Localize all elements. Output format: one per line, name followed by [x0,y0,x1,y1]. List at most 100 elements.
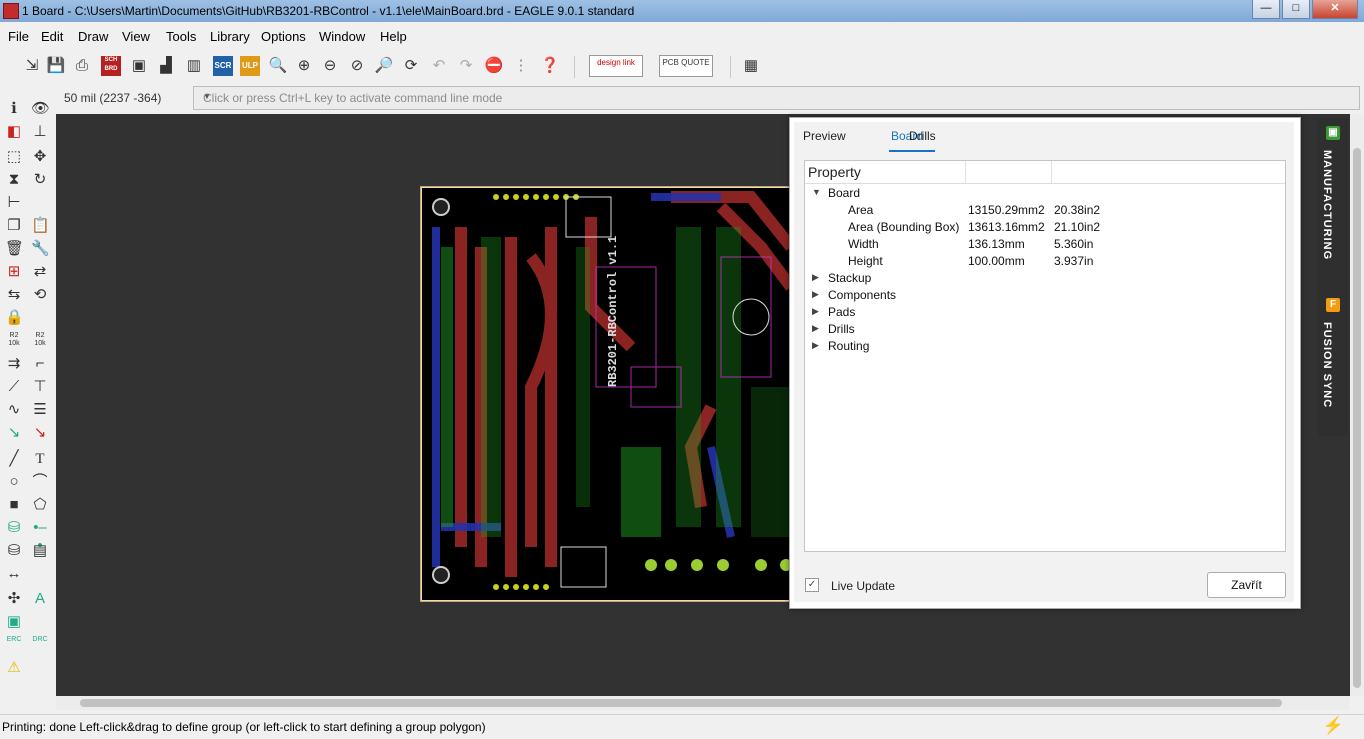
mark-icon[interactable]: ⊥ [31,123,49,141]
hole-icon[interactable]: ⛁ [5,542,23,560]
tree-row-routing[interactable]: ▶ Routing [805,338,1285,355]
zoom-area-icon[interactable]: 🔎 [374,56,394,76]
attribute-icon[interactable]: ▤ [31,542,49,560]
align-icon[interactable]: ⊢ [5,194,23,212]
group-icon[interactable]: ⬚ [5,148,23,166]
scroll-thumb[interactable] [1353,148,1361,688]
rotate-icon[interactable]: ↻ [31,171,49,189]
sch-brd-switch-button[interactable]: SCH BRD [101,56,121,76]
cam-icon[interactable]: ▣ [129,56,149,76]
tree-row-drills[interactable]: ▶ Drills [805,321,1285,338]
drc-button[interactable]: DRC [31,636,49,654]
expanded-triangle-icon[interactable]: ▼ [812,187,821,197]
chevron-down-icon[interactable]: ▼ [203,92,1353,101]
open-icon[interactable]: ⇲ [22,56,42,76]
polygon-icon[interactable]: ⬠ [31,496,49,514]
split-icon[interactable]: ⟋ [5,378,23,396]
delete-icon[interactable]: 🗑 [5,240,24,258]
close-window-button[interactable]: ✕ [1312,0,1358,19]
redo-icon[interactable]: ↷ [456,56,476,76]
close-panel-button[interactable]: Zavřít [1207,572,1286,598]
design-link-button[interactable]: design link [589,55,643,77]
route-multi-icon[interactable]: ☰ [31,401,49,419]
show-icon[interactable]: 👁 [31,100,50,118]
command-line-input[interactable]: Click or press Ctrl+L key to activate co… [193,86,1360,110]
scroll-thumb[interactable] [80,699,1282,707]
info-icon[interactable]: ℹ [5,100,23,118]
layout-icon[interactable]: ▣ [5,613,23,631]
menu-edit[interactable]: Edit [41,29,63,44]
lock-icon[interactable]: 🔒 [5,309,24,327]
menu-draw[interactable]: Draw [78,29,108,44]
ratsnest-icon[interactable]: ✣ [5,590,23,608]
menu-help[interactable]: Help [380,29,407,44]
copy-icon[interactable]: ❐ [5,217,23,235]
name-tool-button[interactable]: R2 10k [5,332,23,350]
circle-icon[interactable]: ○ [5,473,23,491]
gate-icon[interactable]: ⟲ [31,286,49,304]
warning-icon[interactable]: ⚠ [5,659,23,677]
zoom-select-icon[interactable]: ⊘ [347,56,367,76]
menu-view[interactable]: View [122,29,150,44]
minimize-button[interactable]: — [1252,0,1280,19]
manufacturing-icon[interactable]: ▣ [1326,126,1340,140]
tree-row-stackup[interactable]: ▶ Stackup [805,270,1285,287]
collapsed-triangle-icon[interactable]: ▶ [812,306,819,317]
menu-tools[interactable]: Tools [166,29,196,44]
route-icon[interactable]: ↘ [5,424,23,442]
zoom-in-icon[interactable]: ⊕ [294,56,314,76]
ulp-button[interactable]: ULP [240,56,260,76]
optimize-icon[interactable]: ⊤ [31,378,49,396]
arc-icon[interactable]: ⌒ [31,473,49,491]
fusion-sync-tab[interactable]: FUSION SYNC [1321,322,1333,408]
redraw-icon[interactable]: ⟳ [401,56,421,76]
collapsed-triangle-icon[interactable]: ▶ [812,289,819,300]
menu-file[interactable]: File [8,29,29,44]
stop-icon[interactable]: ⛔ [484,56,504,76]
ripup-icon[interactable]: ↘ [31,424,49,442]
erc-button[interactable]: ERC [5,636,23,654]
save-icon[interactable]: 💾 [46,56,66,76]
horizontal-scrollbar[interactable] [56,696,1350,710]
add-part-icon[interactable]: ⊞ [5,263,23,281]
collapsed-triangle-icon[interactable]: ▶ [812,323,819,334]
manufacturing-tab[interactable]: MANUFACTURING [1321,150,1333,260]
print-icon[interactable]: ⎙ [72,56,92,76]
tree-row-pads[interactable]: ▶ Pads [805,304,1285,321]
zoom-fit-icon[interactable]: 🔍 [268,56,288,76]
tab-preview[interactable]: Preview [803,129,846,143]
replace-icon[interactable]: ⇄ [31,263,49,281]
grid-icon[interactable]: ▦ [741,56,761,76]
tab-drills[interactable]: Drills [909,129,936,143]
live-update-checkbox[interactable]: ✓ [805,578,819,592]
fusion-icon[interactable]: F [1326,298,1340,312]
meander-icon[interactable]: ∿ [5,401,23,419]
mirror-icon[interactable]: ⧗ [5,171,23,189]
lightning-icon[interactable]: ⚡ [1323,716,1344,736]
paste-icon[interactable]: 📋 [31,217,50,235]
menu-library[interactable]: Library [210,29,250,44]
collapsed-triangle-icon[interactable]: ▶ [812,340,819,351]
layer-settings-icon[interactable]: ◧ [5,123,23,141]
move-icon[interactable]: ✥ [31,148,49,166]
vertical-scrollbar[interactable] [1350,114,1364,696]
autorouter-icon[interactable]: A [31,590,49,608]
wrench-icon[interactable]: 🔧 [31,240,50,258]
zoom-out-icon[interactable]: ⊖ [320,56,340,76]
rectangle-icon[interactable]: ■ [5,496,23,514]
collapsed-triangle-icon[interactable]: ▶ [812,272,819,283]
wire-icon[interactable]: ╱ [5,450,23,468]
value-tool-button[interactable]: R2 10k [31,332,49,350]
board-layers-icon[interactable]: ▥ [184,56,204,76]
script-button[interactable]: SCR [213,56,233,76]
help-icon[interactable]: ❓ [540,56,560,76]
undo-icon[interactable]: ↶ [429,56,449,76]
dimension-icon[interactable]: ↔ [5,565,23,583]
text-tool-button[interactable]: T [31,450,49,468]
menu-options[interactable]: Options [261,29,306,44]
smash-icon[interactable]: ⇉ [5,355,23,373]
tree-row-board[interactable]: ▼ Board [805,185,1285,202]
pcb-quote-button[interactable]: PCB QUOTE [659,55,713,77]
maximize-button[interactable]: □ [1282,0,1310,19]
miter-icon[interactable]: ⌐ [31,355,49,373]
